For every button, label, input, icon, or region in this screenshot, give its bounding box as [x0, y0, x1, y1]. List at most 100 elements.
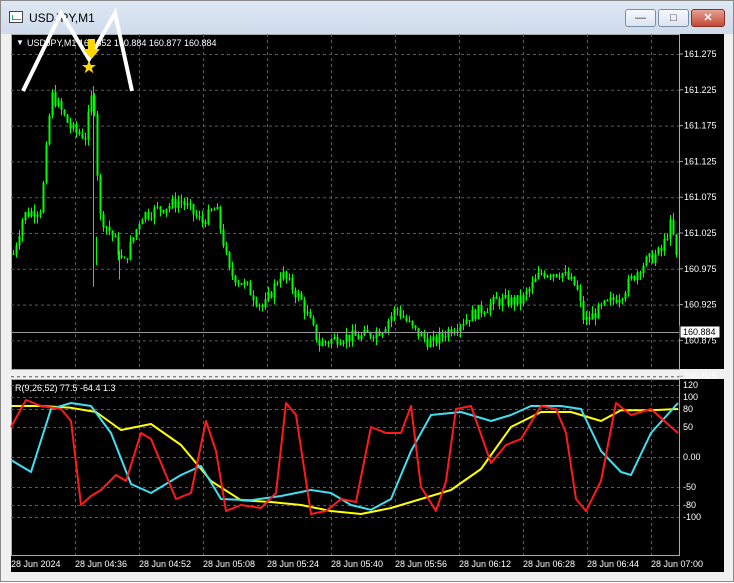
candle-body [498, 298, 501, 306]
candle-body [618, 300, 621, 303]
candle-body [456, 330, 459, 332]
candle-body [576, 285, 579, 290]
price-tick-label: 160.925 [684, 300, 717, 310]
candle-body [195, 214, 198, 217]
candle-body [261, 305, 264, 308]
indicator-tick-label: -50 [683, 482, 696, 492]
candle-body [279, 278, 282, 284]
candle-body [543, 272, 546, 277]
candle-body [609, 297, 612, 301]
candle-body [354, 330, 357, 336]
candle-body [408, 320, 411, 322]
candle-body [297, 293, 300, 298]
candle-body [192, 204, 195, 215]
candle-body [123, 257, 126, 259]
time-tick-label: 28 Jun 2024 [11, 559, 61, 569]
candle-body [540, 272, 543, 274]
candle-body [447, 329, 450, 338]
indicator-tick-label: 100 [683, 392, 698, 402]
candle-body [663, 238, 666, 251]
indicator-panel[interactable] [11, 379, 679, 555]
candle-body [648, 253, 651, 257]
candle-body [114, 235, 117, 238]
candle-body [72, 124, 75, 129]
candle-body [357, 335, 360, 340]
candle-body [171, 198, 174, 206]
time-tick-label: 28 Jun 04:52 [139, 559, 191, 569]
candle-body [66, 114, 69, 123]
chart-canvas[interactable]: 160.884 161.275161.225161.175161.125161.… [1, 1, 734, 583]
candle-body [564, 271, 567, 274]
candle-body [510, 297, 513, 306]
candle-body [567, 271, 570, 280]
candle-body [111, 231, 114, 236]
candle-body [573, 276, 576, 286]
candle-body [15, 245, 18, 255]
candle-body [300, 293, 303, 300]
candle-body [90, 95, 93, 112]
indicator-tick-label: -80 [683, 500, 696, 510]
candle-body [249, 282, 252, 296]
candle-body [270, 292, 273, 298]
candle-body [624, 293, 627, 299]
candle-body [372, 336, 375, 339]
candle-body [27, 212, 30, 217]
candle-body [615, 299, 618, 303]
candle-body [153, 207, 156, 218]
candle-body [657, 247, 660, 255]
price-tick-label: 161.125 [684, 156, 717, 166]
candle-body [612, 297, 615, 300]
chart-menu-icon[interactable]: ▼ [16, 38, 24, 47]
candle-body [147, 212, 150, 218]
candle-body [87, 111, 90, 140]
candle-body [585, 317, 588, 320]
candle-body [177, 201, 180, 208]
candle-body [102, 213, 105, 228]
candle-body [96, 113, 99, 176]
candle-body [210, 209, 213, 211]
candle-body [132, 237, 135, 242]
candle-body [660, 247, 663, 251]
candle-body [84, 138, 87, 140]
candle-body [600, 304, 603, 306]
candle-body [399, 309, 402, 317]
candle-body [21, 220, 24, 237]
candle-body [666, 238, 669, 240]
candle-body [525, 291, 528, 295]
indicator-tick-label: 80 [683, 404, 693, 414]
candle-body [216, 206, 219, 210]
candle-body [402, 316, 405, 318]
candle-body [165, 208, 168, 213]
candle-body [156, 206, 159, 208]
candle-body [465, 319, 468, 324]
candle-body [636, 272, 639, 281]
price-tick-label: 161.175 [684, 121, 717, 131]
indicator-tick-label: 50 [683, 422, 693, 432]
candle-body [591, 313, 594, 320]
candle-body [48, 115, 51, 145]
candle-body [588, 317, 591, 320]
candle-body [207, 209, 210, 225]
candle-body [654, 254, 657, 263]
candle-body [306, 312, 309, 314]
candle-body [642, 265, 645, 274]
candle-body [381, 332, 384, 336]
candle-body [459, 325, 462, 331]
price-panel[interactable] [11, 34, 679, 369]
candle-body [264, 299, 267, 308]
candle-body [405, 317, 408, 321]
candle-body [528, 288, 531, 292]
candle-body [63, 109, 66, 115]
candle-body [603, 300, 606, 305]
candle-body [240, 283, 243, 285]
candle-body [60, 100, 63, 110]
candle-body [414, 325, 417, 328]
candle-body [57, 100, 60, 106]
candle-body [675, 234, 678, 255]
candle-body [483, 312, 486, 314]
candle-body [495, 296, 498, 299]
time-tick-label: 28 Jun 05:56 [395, 559, 447, 569]
candle-body [423, 333, 426, 339]
candle-body [24, 212, 27, 221]
candle-body [135, 229, 138, 238]
